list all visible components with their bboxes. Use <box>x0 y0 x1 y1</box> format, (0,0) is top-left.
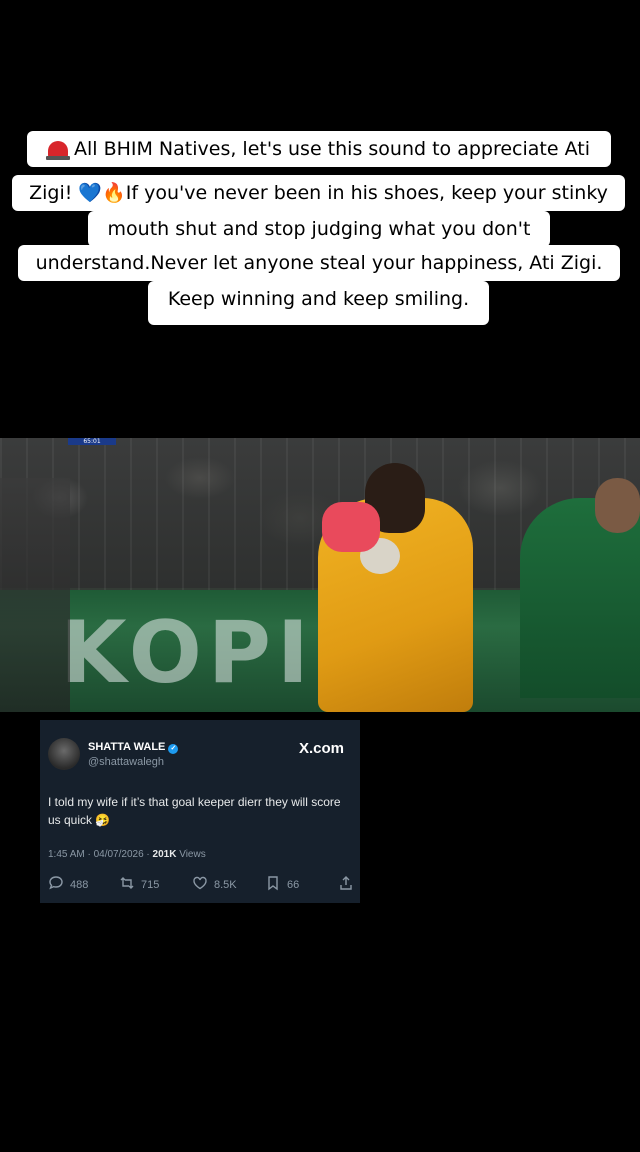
views-count: 201K <box>152 849 177 860</box>
caption-line-2: Zigi! 💙🔥If you've never been in his shoe… <box>12 175 625 211</box>
bookmark-button[interactable]: 66 <box>265 875 299 891</box>
caption-line-4: understand.Never let anyone steal your h… <box>18 245 620 281</box>
opponent-player-head <box>595 478 640 533</box>
repost-button[interactable]: 715 <box>119 875 159 891</box>
like-count: 8.5K <box>214 879 237 891</box>
caption-text-4: understand.Never let anyone steal your h… <box>35 252 603 274</box>
tweet-card[interactable]: SHATTA WALE ✓ @shattawalegh X.com I told … <box>40 720 360 903</box>
tweet-timestamp: 1:45 AM · 04/07/2026 · <box>48 849 153 860</box>
blue-heart-icon: 💙 <box>78 182 103 204</box>
like-button[interactable]: 8.5K <box>192 875 237 891</box>
repost-count: 715 <box>141 879 160 891</box>
fire-icon: 🔥 <box>102 182 126 204</box>
reply-count: 488 <box>70 879 89 891</box>
caption-text-2a: Zigi! <box>29 182 79 204</box>
verified-badge-icon: ✓ <box>168 744 179 754</box>
blurred-figure <box>0 478 70 712</box>
reply-icon <box>49 876 63 890</box>
x-logo: X.com <box>298 740 344 757</box>
tweet-text: I told my wife if it’s that goal keeper … <box>48 795 341 827</box>
caption-text-2b: If you've never been in his shoes, keep … <box>125 182 608 204</box>
bookmark-icon <box>268 876 278 891</box>
caption-text-3: mouth shut and stop judging what you don… <box>107 218 531 240</box>
caption-line-5: Keep winning and keep smiling. <box>148 281 489 325</box>
caption-text-1: All BHIM Natives, let's use this sound t… <box>73 138 590 160</box>
caption-text-5: Keep winning and keep smiling. <box>167 288 470 310</box>
share-button[interactable] <box>338 875 360 891</box>
views-label: Views <box>176 849 206 860</box>
police-light-icon <box>45 141 70 160</box>
author-name-text: SHATTA WALE <box>88 741 166 753</box>
heart-icon <box>193 876 207 890</box>
share-icon <box>340 876 352 890</box>
goalkeeper-glove <box>322 502 380 552</box>
video-frame[interactable]: KOPI 65:01 <box>0 438 640 712</box>
avatar[interactable] <box>48 738 80 770</box>
reply-button[interactable]: 488 <box>48 875 88 891</box>
caption-line-3: mouth shut and stop judging what you don… <box>88 211 550 247</box>
tweet-actions: 488 715 8.5K 66 <box>48 875 353 891</box>
tweet-meta: 1:45 AM · 04/07/2026 · 201K Views <box>48 849 206 860</box>
repost-icon <box>120 877 134 889</box>
caption-line-1: All BHIM Natives, let's use this sound t… <box>27 131 611 167</box>
author-name[interactable]: SHATTA WALE ✓ <box>88 741 179 754</box>
board-text: KOPI <box>60 603 315 703</box>
bookmark-count: 66 <box>287 879 300 891</box>
author-handle[interactable]: @shattawalegh <box>88 756 164 768</box>
match-clock: 65:01 <box>68 438 116 445</box>
